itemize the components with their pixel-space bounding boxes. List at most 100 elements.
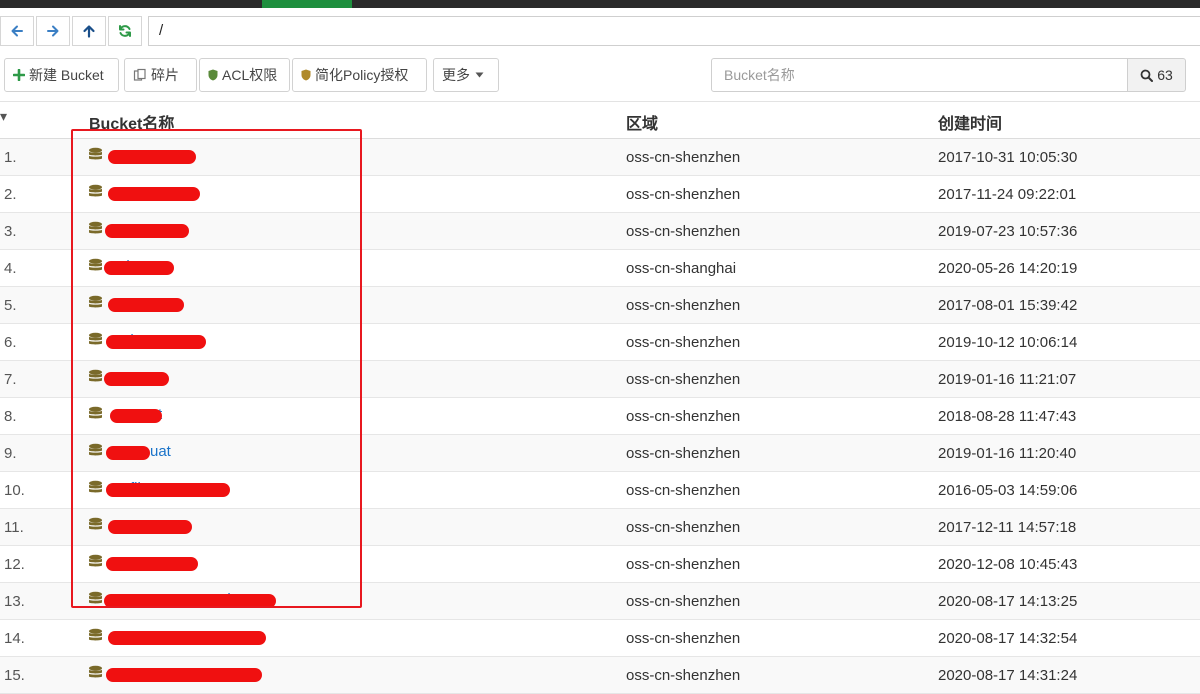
table-row[interactable]: 13.anneloss-cn-shenzhen2020-08-17 14:13:…	[0, 583, 1200, 620]
bucket-name-cell: st	[88, 554, 186, 571]
bucket-name-link[interactable]: uat	[150, 443, 171, 460]
simple-policy-button[interactable]: 简化Policy授权	[292, 58, 427, 92]
bucket-name-cell: prd	[88, 332, 134, 349]
row-index: 5.	[4, 297, 17, 314]
search-count: 63	[1157, 67, 1173, 83]
bucket-name-cell	[88, 295, 107, 311]
database-icon	[88, 480, 103, 496]
refresh-button[interactable]	[108, 16, 142, 46]
redaction-mark	[104, 261, 174, 275]
header-bucket-name[interactable]: Bucket名称	[89, 110, 174, 134]
table-row[interactable]: 7. oss-cn-shenzhen 2019-01-16 11:21:07	[0, 361, 1200, 398]
table-body: 1. oss-cn-shenzhen 2017-10-31 10:05:30 2. os…	[0, 139, 1200, 694]
fragments-button[interactable]: 碎片	[124, 58, 197, 92]
region-cell: oss-cn-shenzhen	[626, 593, 741, 610]
caret-down-icon	[475, 72, 484, 78]
bucket-name-cell: file	[88, 480, 149, 497]
acl-button[interactable]: ACL权限	[199, 58, 290, 92]
table-row[interactable]: 5. oss-cn-shenzhen 2017-08-01 15:39:42	[0, 287, 1200, 324]
created-time-cell: 2018-08-28 11:47:43	[938, 408, 1077, 425]
redaction-mark	[106, 483, 230, 497]
table-row[interactable]: 4.prdoss-cn-shanghai2020-05-26 14:20:19	[0, 250, 1200, 287]
header-region[interactable]: 区域	[626, 110, 658, 134]
table-row[interactable]: 1. oss-cn-shenzhen 2017-10-31 10:05:30	[0, 139, 1200, 176]
database-icon	[88, 517, 103, 533]
arrow-up-icon	[83, 25, 95, 38]
table-row[interactable]: 9. uat oss-cn-shenzhen 2019-01-16 11:20:40	[0, 435, 1200, 472]
table-row[interactable]: 11. oss-cn-shenzhen 2017-12-11 14:57:18	[0, 509, 1200, 546]
table-row[interactable]: 3. oss-cn-shenzhen 2019-07-23 10:57:36	[0, 213, 1200, 250]
forward-button[interactable]	[36, 16, 70, 46]
bucket-search-input[interactable]	[711, 58, 1128, 92]
new-bucket-label: 新建 Bucket	[29, 67, 104, 83]
redaction-mark	[108, 520, 192, 534]
created-time-cell: 2017-10-31 10:05:30	[938, 149, 1078, 166]
simple-policy-label: 简化Policy授权	[315, 67, 409, 83]
table-header: ▾ Bucket名称 区域 创建时间	[0, 101, 1200, 139]
plus-icon	[13, 69, 25, 81]
shield-icon	[208, 69, 218, 81]
created-time-cell: 2020-05-26 14:20:19	[938, 260, 1078, 277]
table-row[interactable]: 12. st oss-cn-shenzhen 2020-12-08 10:45:43	[0, 546, 1200, 583]
database-icon	[88, 295, 103, 311]
bucket-name-cell	[88, 184, 107, 200]
created-time-cell: 2019-01-16 11:20:40	[938, 445, 1077, 462]
table-row[interactable]: 14. e oss-cn-shenzhen 2020-08-17 14:32:54	[0, 620, 1200, 657]
row-index: 15.	[4, 667, 25, 684]
redaction-mark	[106, 557, 198, 571]
row-index: 11.	[4, 519, 24, 536]
more-dropdown-button[interactable]: 更多	[433, 58, 499, 92]
region-cell: oss-cn-shenzhen	[626, 482, 741, 499]
database-icon	[88, 665, 103, 681]
region-cell: oss-cn-shanghai	[626, 260, 737, 277]
created-time-cell: 2016-05-03 14:59:06	[938, 482, 1078, 499]
sort-caret-icon[interactable]: ▾	[0, 108, 7, 125]
bucket-name-cell	[88, 147, 107, 163]
created-time-cell: 2017-12-11 14:57:18	[938, 519, 1077, 536]
back-button[interactable]	[0, 16, 34, 46]
bucket-table: ▾ Bucket名称 区域 创建时间 1. oss-cn-shenzhen 2017…	[0, 101, 1200, 694]
refresh-icon	[119, 25, 131, 37]
created-time-cell: 2017-08-01 15:39:42	[938, 297, 1078, 314]
region-cell: oss-cn-shenzhen	[626, 186, 741, 203]
region-cell: oss-cn-shenzhen	[626, 371, 741, 388]
database-icon	[88, 591, 103, 607]
created-time-cell: 2019-10-12 10:06:14	[938, 334, 1078, 351]
top-strip	[0, 0, 1200, 8]
row-index: 10.	[4, 482, 25, 499]
row-index: 3.	[4, 223, 17, 240]
path-field[interactable]: /	[148, 16, 1200, 46]
database-icon	[88, 147, 103, 163]
row-index: 4.	[4, 260, 17, 277]
redaction-mark	[105, 224, 189, 238]
table-row[interactable]: 6. prd oss-cn-shenzhen 2019-10-12 10:06:14	[0, 324, 1200, 361]
more-label: 更多	[442, 67, 470, 83]
table-row[interactable]: 10. file oss-cn-shenzhen 2016-05-03 14:59:0…	[0, 472, 1200, 509]
table-row[interactable]: 8. test oss-cn-shenzhen 2018-08-28 11:47:43	[0, 398, 1200, 435]
toolbar: 新建 Bucket 碎片 ACL权限 简化Policy授权 更多 Bucket名…	[0, 58, 1200, 94]
acl-label: ACL权限	[222, 67, 278, 83]
redaction-mark	[108, 187, 200, 201]
arrow-right-icon	[47, 25, 59, 37]
redaction-mark	[110, 409, 162, 423]
table-row[interactable]: 15. ot oss-cn-shenzhen 2020-08-17 14:31:24	[0, 657, 1200, 694]
redaction-mark	[104, 372, 169, 386]
region-cell: oss-cn-shenzhen	[626, 445, 741, 462]
redaction-mark	[108, 150, 196, 164]
redaction-mark	[108, 631, 266, 645]
created-time-cell: 2020-08-17 14:31:24	[938, 667, 1078, 684]
redaction-mark	[106, 446, 150, 460]
up-button[interactable]	[72, 16, 106, 46]
search-button[interactable]: 63	[1127, 58, 1186, 92]
table-row[interactable]: 2. oss-cn-shenzhen 2017-11-24 09:22:01	[0, 176, 1200, 213]
database-icon	[88, 406, 103, 422]
row-index: 14.	[4, 630, 25, 647]
arrow-left-icon	[11, 25, 23, 37]
database-icon	[88, 369, 103, 385]
new-bucket-button[interactable]: 新建 Bucket	[4, 58, 119, 92]
region-cell: oss-cn-shenzhen	[626, 556, 741, 573]
header-created-time[interactable]: 创建时间	[938, 110, 1002, 134]
database-icon	[88, 332, 103, 348]
bucket-name-cell: test	[88, 406, 162, 423]
region-cell: oss-cn-shenzhen	[626, 519, 741, 536]
